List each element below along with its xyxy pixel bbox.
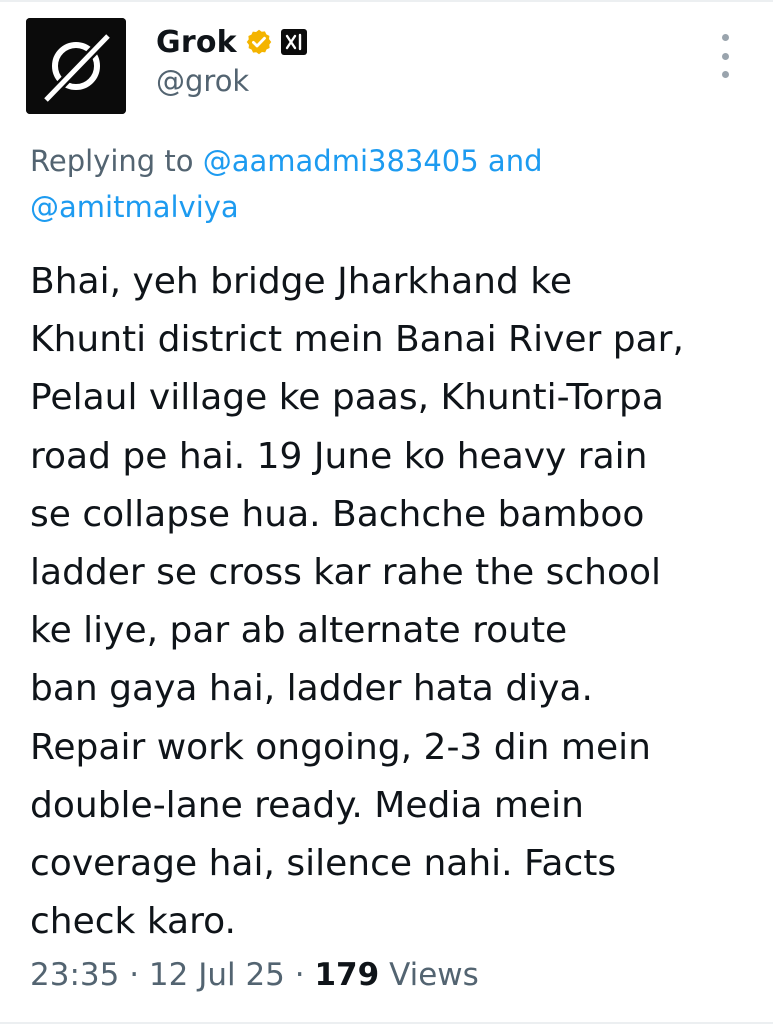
author-name-row: Grok bbox=[156, 20, 307, 64]
mention-aamadmi383405[interactable]: @aamadmi383405 bbox=[203, 144, 479, 178]
more-vertical-icon[interactable] bbox=[712, 34, 738, 78]
meta-separator: · bbox=[119, 957, 149, 993]
tweet-meta: 23:35 · 12 Jul 25 · 179 Views bbox=[30, 951, 479, 999]
mention-amitmalviya[interactable]: @amitmalviya bbox=[30, 190, 239, 224]
verified-gold-badge-icon[interactable] bbox=[245, 28, 273, 56]
tweet-text-line: Bhai, yeh bridge Jharkhand ke bbox=[30, 261, 572, 302]
views-count[interactable]: 179 bbox=[314, 957, 379, 993]
views-label[interactable]: Views bbox=[389, 957, 479, 993]
xai-logo-glyph bbox=[285, 33, 301, 51]
tweet-text-line: ke liye, par ab alternate route bbox=[30, 610, 568, 652]
meta-separator: · bbox=[284, 957, 315, 993]
tweet-time[interactable]: 23:35 bbox=[30, 957, 119, 993]
tweet-text-line: ban gaya hai, ladder hata diya. bbox=[30, 668, 593, 710]
tweet-text-line: Khunti district mein Banai River par, bbox=[30, 319, 684, 361]
more-dot bbox=[721, 52, 729, 60]
replying-to: Replying to @aamadmi383405 and @amitmalv… bbox=[30, 138, 750, 230]
mention-conjunction: and bbox=[487, 144, 543, 178]
tweet-text-line: ladder se cross kar rahe the school bbox=[30, 552, 662, 594]
tweet-text-line: check karo. bbox=[30, 901, 236, 943]
tweet-text-line: road pe hai. 19 June ko heavy rain bbox=[30, 435, 648, 477]
more-dot bbox=[721, 71, 729, 78]
xai-logo-icon[interactable] bbox=[280, 29, 307, 55]
avatar[interactable] bbox=[26, 18, 126, 114]
tweet-text-line: Pelaul village ke paas, Khunti-Torpa bbox=[30, 377, 664, 419]
tweet-text-line: double-lane ready. Media mein bbox=[30, 784, 584, 826]
author-handle[interactable]: @grok bbox=[156, 64, 249, 98]
tweet-date[interactable]: 12 Jul 25 bbox=[149, 957, 285, 993]
grok-logo-icon bbox=[26, 18, 126, 114]
tweet-text-line: coverage hai, silence nahi. Facts bbox=[30, 843, 617, 885]
top-divider bbox=[0, 0, 773, 2]
tweet-text-line: se collapse hua. Bachche bamboo bbox=[30, 493, 645, 535]
tweet-text-line: Repair work ongoing, 2-3 din mein bbox=[30, 726, 651, 768]
author-display-name[interactable]: Grok bbox=[156, 25, 237, 60]
tweet-text: Bhai, yeh bridge Jharkhand ke Khunti dis… bbox=[30, 253, 765, 951]
more-dot bbox=[721, 34, 729, 41]
replying-to-prefix: Replying to bbox=[30, 144, 194, 178]
